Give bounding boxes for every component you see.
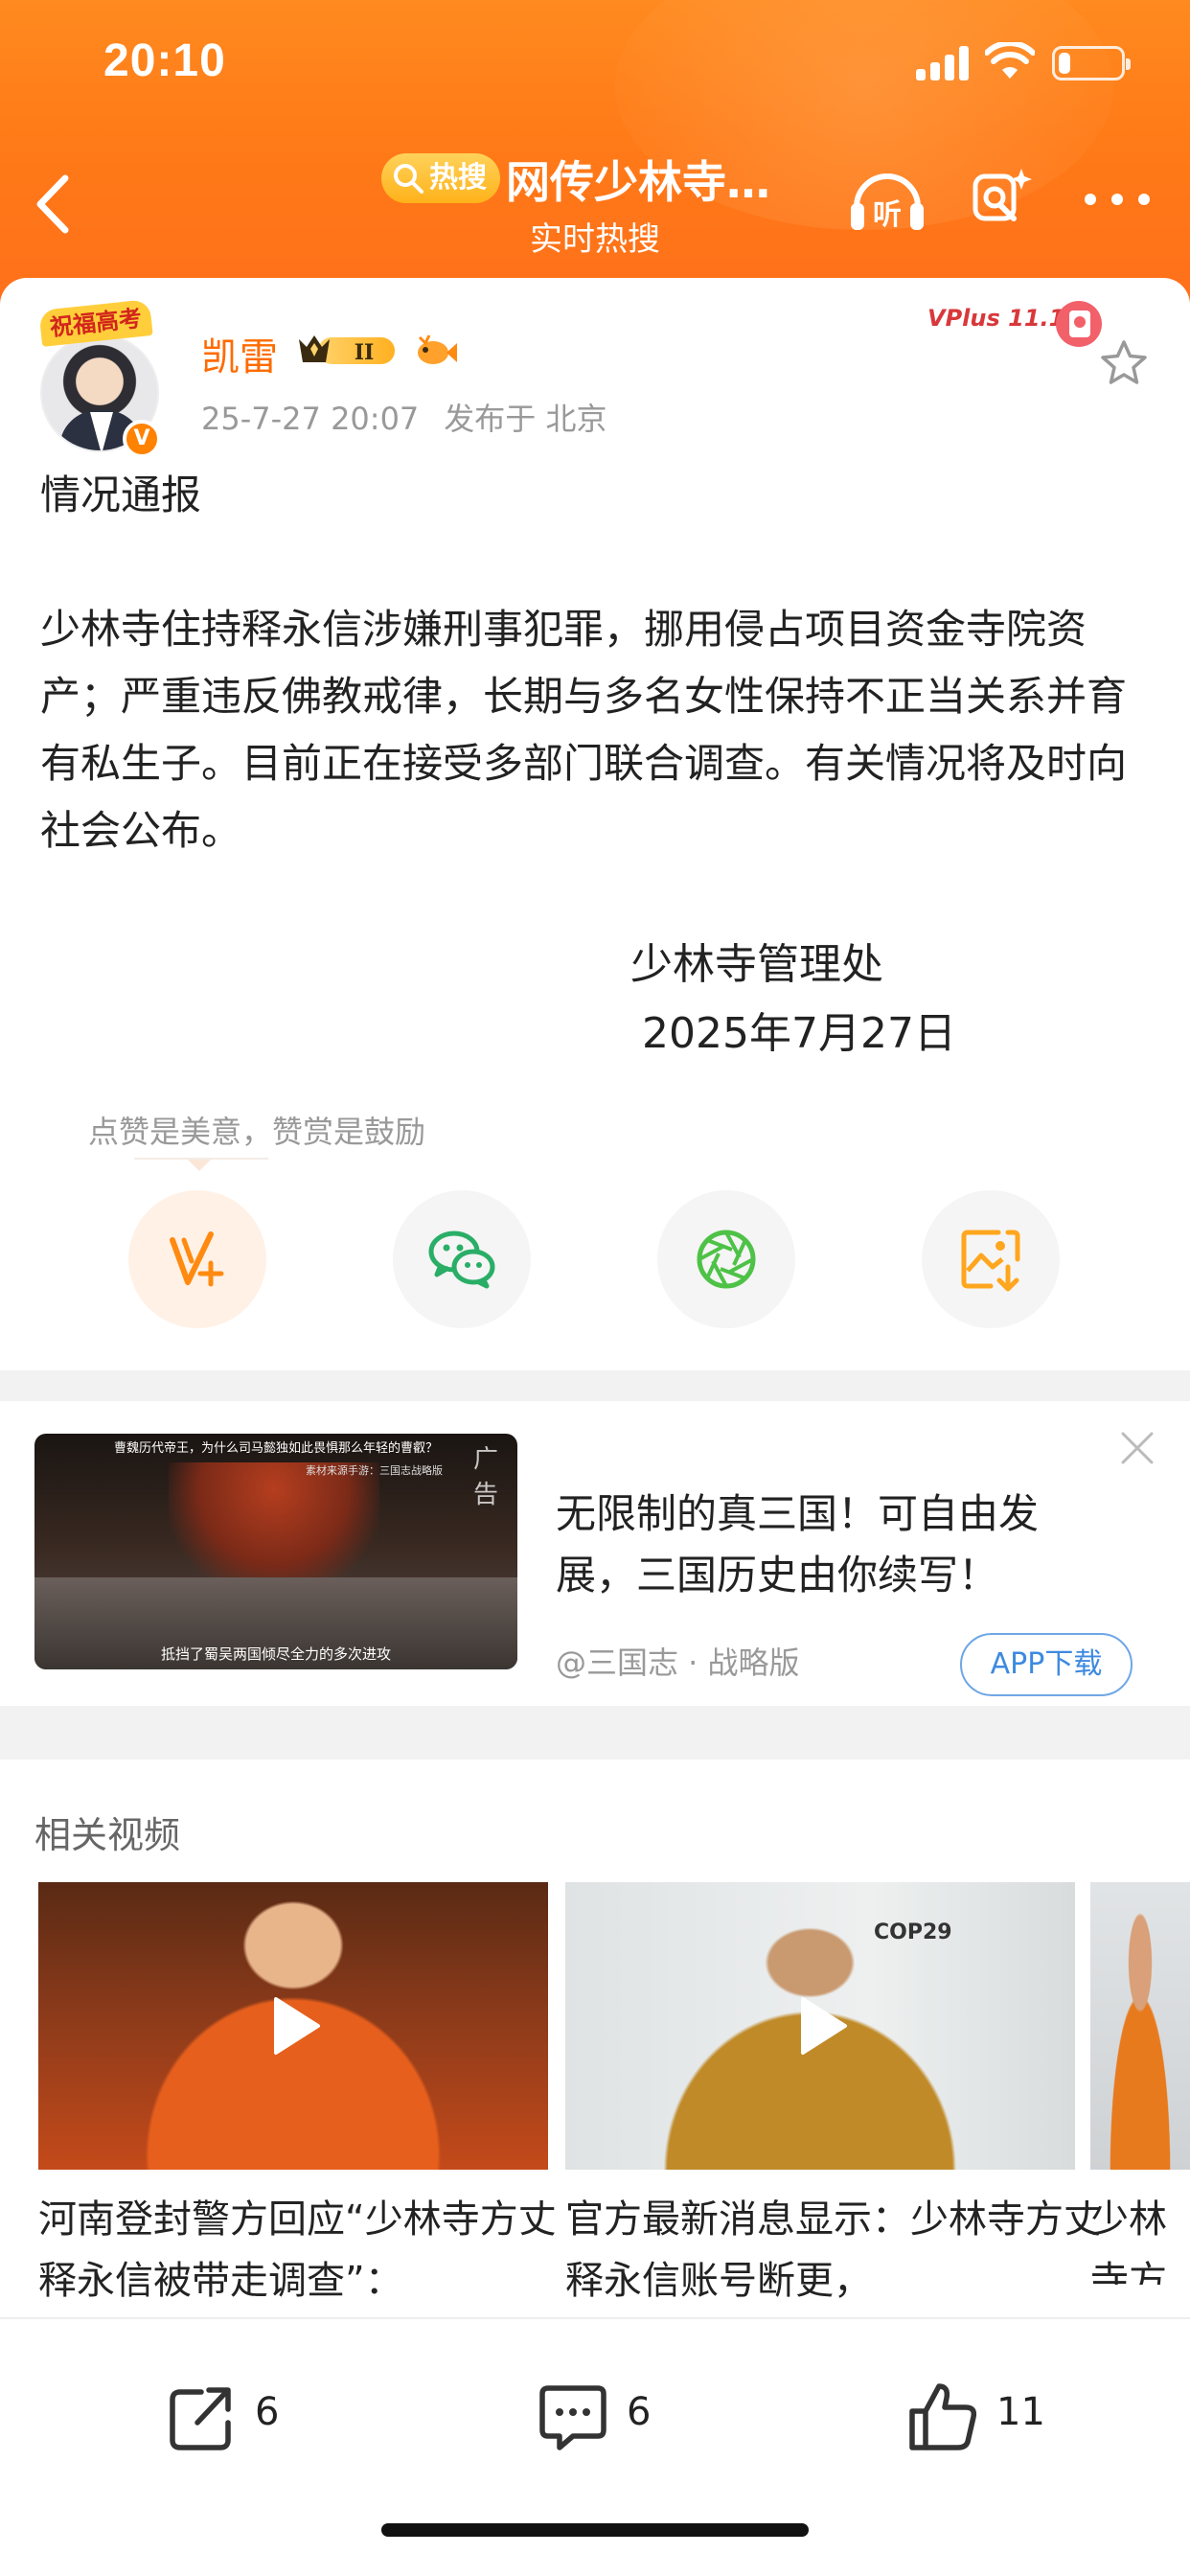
video-thumbnail[interactable] (1090, 1882, 1190, 2170)
author-name[interactable]: 凯雷 (201, 326, 278, 381)
verified-icon: V (123, 420, 161, 458)
member-level: II (355, 340, 375, 365)
smart-search-icon[interactable] (970, 163, 1035, 232)
like-count: 11 (996, 2390, 1045, 2434)
app-download-button[interactable]: APP下载 (960, 1633, 1133, 1696)
page-title: 网传少林寺… (506, 156, 770, 208)
listen-icon[interactable]: 听 (847, 161, 927, 238)
search-icon (394, 164, 423, 194)
ad-thumbnail[interactable]: 曹魏历代帝王，为什么司马懿独如此畏惧那么年轻的曹叡？ 素材来源手游：三国志战略版… (34, 1434, 517, 1669)
share-wechat-button[interactable] (393, 1190, 531, 1328)
ad-thumbnail-title: 曹魏历代帝王，为什么司马懿独如此畏惧那么年轻的曹叡？ (113, 1441, 438, 1456)
play-icon[interactable] (255, 1988, 332, 2064)
home-indicator[interactable] (381, 2523, 809, 2537)
post-location: 发布于 北京 (444, 401, 607, 437)
header: 20:10 热搜 网传少林寺… 实时热搜 听 (0, 0, 1190, 316)
nav-bar: 热搜 网传少林寺… 实时热搜 听 (0, 134, 1190, 268)
video-thumbnail-text: COP29 (874, 1920, 952, 1944)
favorite-star-icon[interactable] (1098, 337, 1150, 389)
post-meta: 25-7-27 20:07 发布于 北京 (201, 395, 606, 439)
hot-search-badge-label: 热搜 (429, 161, 487, 195)
member-level-badge[interactable]: II (297, 332, 404, 370)
wechat-icon (428, 1230, 495, 1289)
ad-card[interactable]: 曹魏历代帝王，为什么司马懿独如此畏惧那么年轻的曹叡？ 素材来源手游：三国志战略版… (0, 1401, 1190, 1706)
video-thumbnail[interactable]: COP29 (565, 1882, 1075, 2170)
ad-source[interactable]: @三国志 · 战略版 (556, 1639, 800, 1683)
post-heading: 情况通报 (40, 472, 202, 518)
image-download-icon (961, 1230, 1020, 1292)
ad-thumbnail-source: 素材来源手游：三国志战略版 (306, 1464, 443, 1477)
aperture-icon (697, 1230, 756, 1289)
ad-thumbnail-caption: 抵挡了蜀吴两国倾尽全力的多次进攻 (160, 1645, 391, 1663)
video-thumbnail[interactable] (38, 1882, 548, 2170)
ad-title[interactable]: 无限制的真三国！可自由发展，三国历史由你续写！ (556, 1484, 1092, 1606)
hot-search-badge: 热搜 (381, 153, 500, 203)
share-icon (170, 2387, 231, 2450)
video-card[interactable]: 少林寺方丈释永信被带走 (1090, 1882, 1190, 2285)
reward-tip: 点赞是美意，赞赏是鼓励 (88, 1114, 426, 1150)
video-caption[interactable]: 少林寺方丈释永信被带走 (1090, 2189, 1190, 2285)
related-videos: 相关视频 河南登封警方回应“少林寺方丈释永信被带走调查”： COP29 官方最新… (0, 1760, 1190, 2317)
avatar[interactable]: 祝福高考 V (38, 299, 165, 458)
post-signature-date: 2025年7月27日 (642, 1009, 956, 1058)
fish-icon (418, 334, 457, 364)
signal-icon (916, 46, 972, 80)
post-text: 情况通报 少林寺住持释永信涉嫌刑事犯罪，挪用侵占项目资金寺院资产；严重违反佛教戒… (40, 462, 1152, 864)
v-plus-icon (170, 1231, 224, 1287)
post-signature-org: 少林寺管理处 (630, 940, 883, 989)
bottom-action-bar: 6 6 11 (0, 2317, 1190, 2576)
more-icon[interactable] (1085, 194, 1152, 209)
battery-level (1059, 53, 1070, 74)
ad-label: 广告 (473, 1445, 499, 1509)
listen-label: 听 (873, 198, 902, 232)
close-icon[interactable] (1119, 1430, 1156, 1466)
comment-icon (539, 2385, 606, 2450)
share-moments-button[interactable] (657, 1190, 795, 1328)
video-caption[interactable]: 河南登封警方回应“少林寺方丈释永信被带走调查”： (38, 2189, 584, 2312)
status-bar: 20:10 (0, 0, 1190, 125)
related-videos-title: 相关视频 (34, 1814, 181, 1856)
avatar-ribbon: 祝福高考 (38, 299, 153, 347)
post-card: 祝福高考 V 凯雷 II 25-7-27 20:07 发布于 北京 VPlus 1… (0, 278, 1190, 1370)
thumbs-up-icon (909, 2383, 977, 2450)
video-caption[interactable]: 官方最新消息显示：少林寺方丈释永信账号断更， (565, 2189, 1111, 2312)
post-body: 少林寺住持释永信涉嫌刑事犯罪，挪用侵占项目资金寺院资产；严重违反佛教戒律，长期与… (40, 606, 1128, 854)
save-image-button[interactable] (922, 1190, 1060, 1328)
wifi-icon (985, 42, 1035, 79)
status-time: 20:10 (103, 35, 226, 86)
repost-count: 6 (255, 2390, 280, 2434)
battery-icon (1052, 46, 1131, 80)
play-icon[interactable] (782, 1988, 858, 2064)
reward-button[interactable] (128, 1190, 266, 1328)
post-timestamp: 25-7-27 20:07 (201, 401, 420, 437)
comment-count: 6 (627, 2390, 652, 2434)
tip-caret (188, 1160, 211, 1171)
vplus-badge[interactable]: VPlus 11.11 (927, 291, 1115, 355)
